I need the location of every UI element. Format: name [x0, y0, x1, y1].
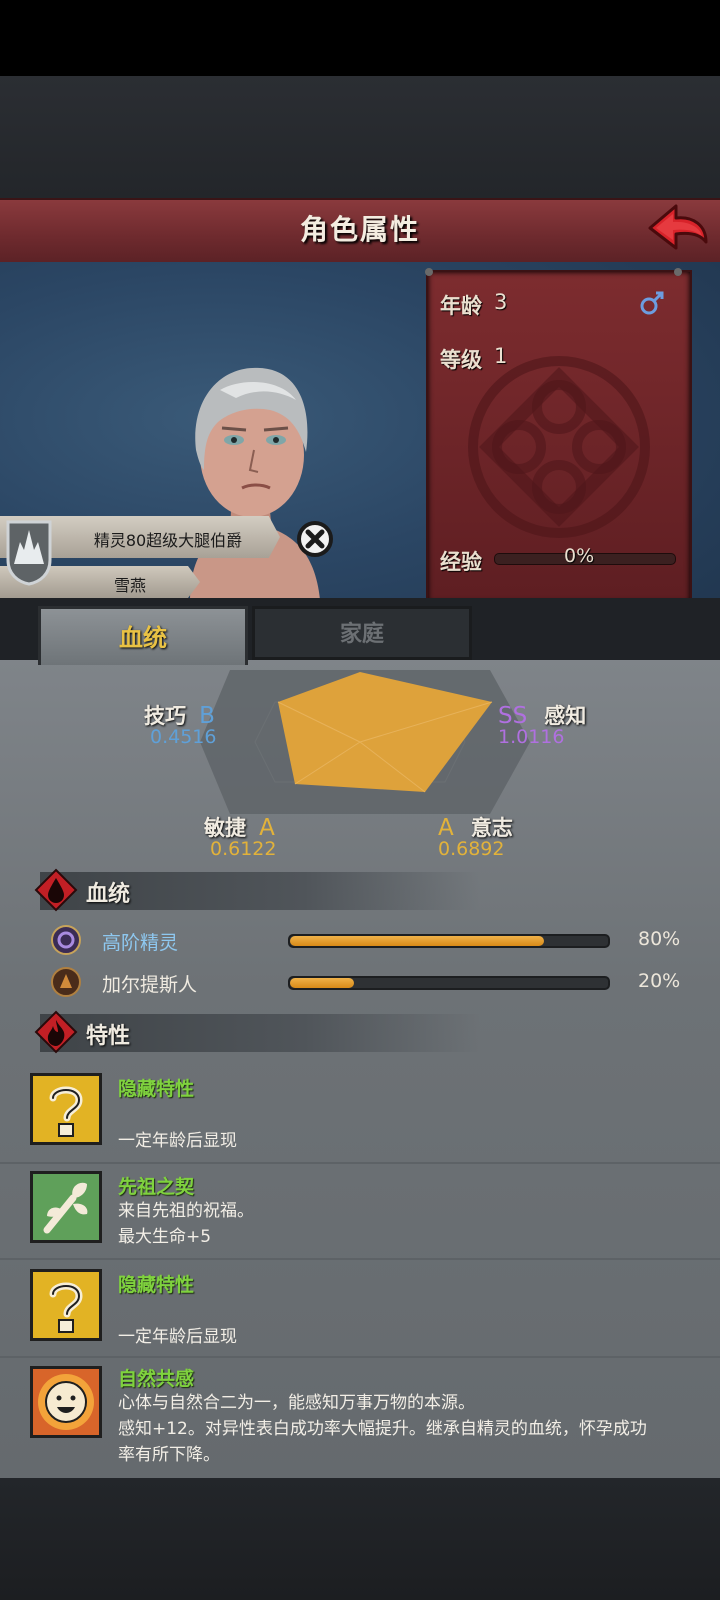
blood-drop-icon: [34, 868, 78, 912]
bloodline-row: 加尔提斯人 20%: [20, 964, 710, 998]
bottom-backdrop: [0, 1478, 720, 1600]
close-button[interactable]: [296, 520, 334, 558]
bloodline-name: 高阶精灵: [102, 932, 179, 954]
trait-desc: 最大生命+5: [118, 1227, 212, 1247]
attr-skill-name: 技巧: [144, 704, 186, 728]
character-name: 雪燕: [113, 576, 146, 595]
male-icon: [638, 288, 666, 322]
trait-desc: 感知+12。对异性表白成功率大幅提升。继承自精灵的血统，怀孕成功: [118, 1419, 647, 1439]
character-title: 精灵80超级大腿伯爵: [93, 531, 243, 550]
trait-name: 隐藏特性: [118, 1274, 195, 1296]
trait-name: 先祖之契: [118, 1176, 195, 1198]
traits-section-title: 特性: [86, 1024, 131, 1049]
attr-skill-value: 0.4516: [150, 726, 217, 748]
house-shield-icon: [6, 520, 52, 586]
age-label: 年龄: [440, 294, 482, 318]
exp-label: 经验: [440, 550, 482, 574]
back-button[interactable]: [646, 202, 710, 256]
trait-item[interactable]: 隐藏特性 一定年龄后显现: [0, 1066, 720, 1162]
divider: [0, 1258, 720, 1260]
trait-name: 自然共感: [118, 1368, 195, 1390]
trait-item[interactable]: 隐藏特性 一定年龄后显现: [0, 1262, 720, 1358]
close-icon: [297, 521, 333, 557]
attribute-radar-chart: [200, 670, 530, 814]
nature-sun-face-icon: [30, 1366, 102, 1438]
tab-bloodline-label: 血统: [119, 624, 167, 652]
tab-family-label: 家庭: [339, 622, 384, 647]
trait-desc: 来自先祖的祝福。: [118, 1201, 254, 1221]
bloodline-bar: [288, 976, 610, 990]
bloodline-name: 加尔提斯人: [102, 974, 198, 996]
divider: [0, 1356, 720, 1358]
trait-desc: 一定年龄后显现: [118, 1327, 237, 1347]
garthis-emblem-icon: [51, 967, 81, 997]
level-label: 等级: [440, 348, 482, 372]
page-title: 角色属性: [299, 213, 420, 246]
trait-desc: 一定年龄后显现: [118, 1131, 237, 1151]
ancestral-branch-icon: [30, 1171, 102, 1243]
attr-will-name: 意志: [470, 816, 513, 840]
top-backdrop: [0, 76, 720, 198]
hidden-trait-question-icon: [30, 1073, 102, 1145]
exp-value: 0%: [564, 545, 595, 567]
attr-perception-name: 感知: [544, 704, 587, 728]
celtic-knot-emblem: [468, 356, 650, 538]
bloodline-bar: [288, 934, 610, 948]
trait-desc: 率有所下降。: [118, 1445, 220, 1465]
attr-agility-value: 0.6122: [210, 838, 277, 860]
character-portrait: [190, 367, 320, 600]
attr-will-value: 0.6892: [438, 838, 505, 860]
trait-desc: 心体与自然合二为一，能感知万事万物的本源。: [118, 1393, 475, 1413]
trait-item[interactable]: 自然共感 心体与自然合二为一，能感知万事万物的本源。 感知+12。对异性表白成功…: [0, 1360, 720, 1476]
bloodline-percent: 20%: [638, 970, 681, 992]
back-arrow-icon: [648, 204, 708, 250]
attr-perception-value: 1.0116: [498, 726, 565, 748]
fire-trait-icon: [34, 1010, 78, 1054]
attr-agility-name: 敏捷: [204, 816, 246, 840]
high-elf-emblem-icon: [51, 925, 81, 955]
bloodline-percent: 80%: [638, 928, 681, 950]
level-value: 1: [494, 344, 508, 368]
trait-item[interactable]: 先祖之契 来自先祖的祝福。 最大生命+5: [0, 1164, 720, 1260]
bloodline-row: 高阶精灵 80%: [20, 922, 710, 956]
status-bar: [0, 0, 720, 76]
hidden-trait-question-icon: [30, 1269, 102, 1341]
bloodline-section-title: 血统: [86, 882, 131, 907]
age-value: 3: [494, 290, 508, 314]
trait-name: 隐藏特性: [118, 1078, 195, 1100]
